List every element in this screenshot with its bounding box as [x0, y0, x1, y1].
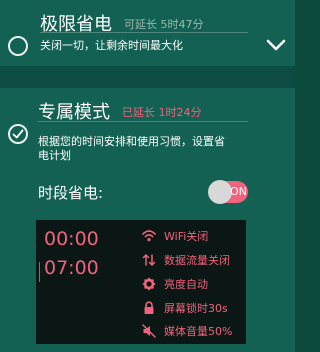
feature-item-volume: 媒体音量50%: [142, 323, 232, 339]
title-underline: [38, 121, 248, 122]
feature-label: 媒体音量50%: [164, 325, 233, 338]
mode-card-extreme[interactable]: 极限省电 可延长 5时47分 关闭一切，让剩余时间最大化: [0, 0, 295, 66]
mode-radio-extreme[interactable]: [8, 36, 28, 56]
feature-label: 亮度自动: [164, 278, 208, 291]
data-transfer-icon: [142, 254, 156, 266]
end-time[interactable]: 07:00: [44, 257, 99, 279]
mode-desc-custom-line2: 电计划: [38, 149, 71, 162]
feature-item-data: 数据流量关闭: [142, 252, 230, 268]
check-icon: [12, 129, 24, 139]
brightness-icon: [142, 277, 156, 291]
mode-radio-custom[interactable]: [8, 124, 28, 144]
card-separator: [0, 66, 295, 88]
chevron-down-icon[interactable]: [265, 38, 287, 52]
schedule-panel[interactable]: 00:00 07:00 WiFi关闭 数据流量关闭 亮度自动 屏幕锁时30s 媒…: [36, 220, 246, 344]
schedule-toggle[interactable]: ON: [208, 180, 248, 204]
feature-item-wifi: WiFi关闭: [142, 228, 208, 244]
mode-desc-extreme: 关闭一切，让剩余时间最大化: [40, 39, 183, 52]
lock-icon: [144, 301, 154, 314]
feature-item-brightness: 亮度自动: [142, 276, 208, 292]
start-time[interactable]: 00:00: [44, 228, 99, 250]
time-range-bar: [39, 262, 40, 282]
feature-item-lock: 屏幕锁时30s: [142, 300, 228, 316]
toggle-knob: [208, 180, 232, 204]
mode-extend-custom: 已延长 1时24分: [122, 106, 202, 119]
feature-label: WiFi关闭: [164, 230, 209, 243]
toggle-state-text: ON: [230, 185, 247, 198]
feature-label: 屏幕锁时30s: [164, 302, 228, 315]
mute-icon: [142, 324, 156, 338]
schedule-label: 时段省电:: [38, 184, 104, 202]
wifi-icon: [142, 230, 156, 242]
feature-label: 数据流量关闭: [164, 254, 230, 267]
mode-extend-extreme: 可延长 5时47分: [124, 18, 204, 31]
title-underline: [40, 32, 248, 33]
